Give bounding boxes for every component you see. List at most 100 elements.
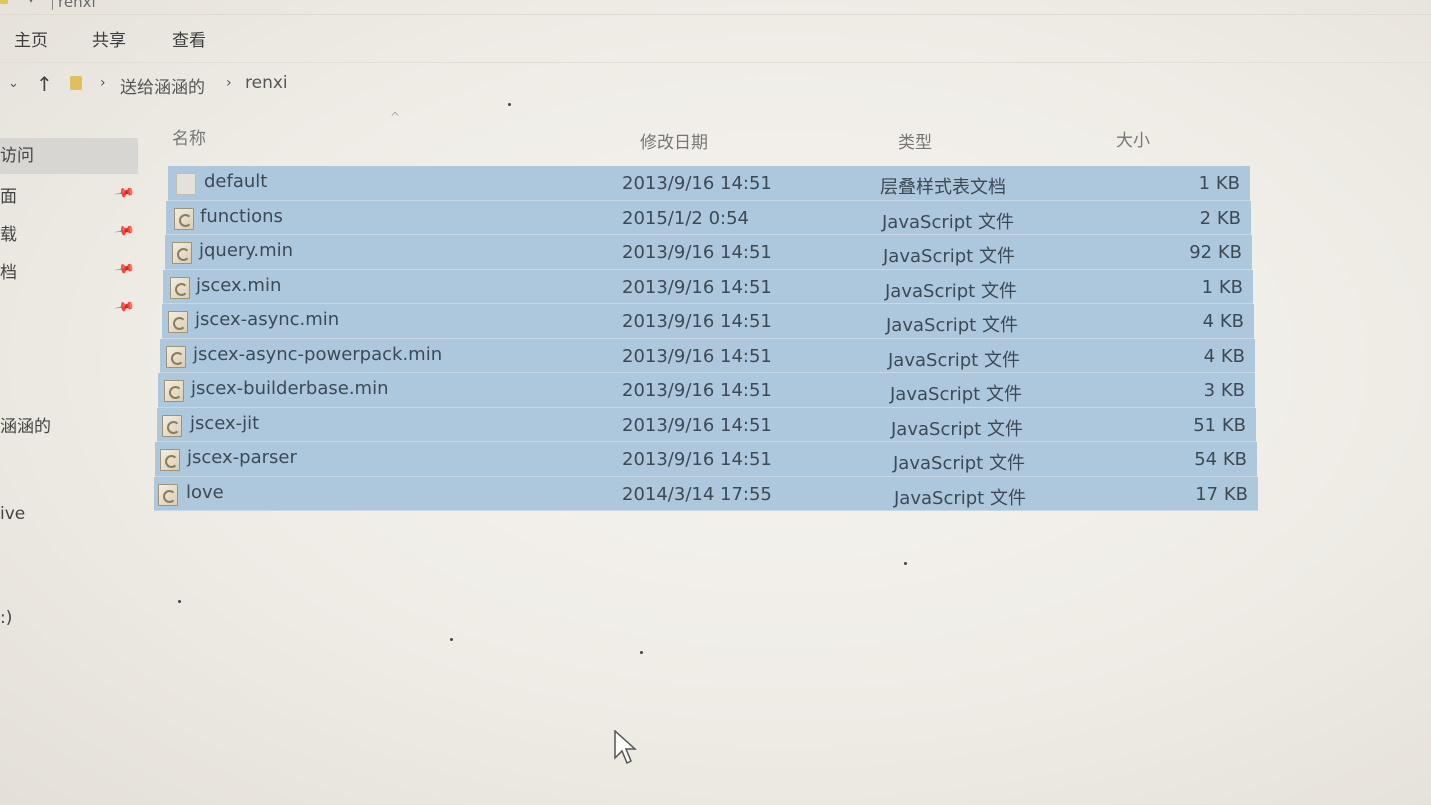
file-modified-date: 2014/3/14 17:55 <box>622 483 772 505</box>
navigation-pane: 访问 面 📌 载 📌 档 📌 📌 涵涵的 ive :) <box>0 108 150 805</box>
file-modified-date: 2013/9/16 14:51 <box>622 449 772 470</box>
sort-ascending-icon: ^ <box>390 110 401 124</box>
column-header-type[interactable]: 类型 <box>898 128 932 153</box>
up-arrow-icon[interactable]: ↑ <box>36 72 53 96</box>
file-size: 4 KB <box>1202 311 1244 332</box>
file-type: JavaScript 文件 <box>883 246 1015 267</box>
pin-icon: 📌 <box>113 220 136 243</box>
file-row[interactable]: jscex-builderbase.min 2013/9/16 14:51 Java… <box>158 373 1255 408</box>
file-row[interactable]: functions 2015/1/2 0:54 JavaScript 文件 2 KB <box>166 200 1251 235</box>
file-modified-date: 2013/9/16 14:51 <box>622 414 772 436</box>
nav-item-label: 访问 <box>0 146 34 166</box>
file-row[interactable]: jscex-parser 2013/9/16 14:51 JavaScript 文件… <box>155 442 1257 477</box>
quick-access-dropdown-icon[interactable]: ▾ <box>28 0 34 6</box>
breadcrumb-item[interactable]: 送给涵涵的 <box>120 73 205 98</box>
nav-item-label: 面 <box>0 187 17 207</box>
file-modified-date: 2013/9/16 14:51 <box>622 311 772 332</box>
pin-icon: 📌 <box>113 258 136 281</box>
tab-share[interactable]: 共享 <box>92 26 126 51</box>
file-name: jscex-async.min <box>195 309 340 330</box>
column-headers: ^ 名称 修改日期 类型 大小 <box>150 108 1260 164</box>
breadcrumb-separator-icon[interactable]: › <box>100 75 106 91</box>
file-row[interactable]: jscex-async.min 2013/9/16 14:51 JavaScript… <box>162 304 1254 339</box>
file-type: 层叠样式表文档 <box>880 177 1006 198</box>
file-type: JavaScript 文件 <box>885 280 1017 302</box>
breadcrumb-separator-icon[interactable]: › <box>226 75 232 91</box>
nav-item-quick-access[interactable]: 访问 <box>0 138 138 174</box>
pin-icon: 📌 <box>113 296 136 319</box>
file-name: jscex-async-powerpack.min <box>193 343 443 365</box>
file-row[interactable]: jscex.min 2013/9/16 14:51 JavaScript 文件 1 K… <box>163 269 1253 304</box>
file-size: 4 KB <box>1203 345 1245 367</box>
file-row[interactable]: jquery.min 2013/9/16 14:51 JavaScript 文件 92… <box>165 235 1252 270</box>
file-type: JavaScript 文件 <box>894 487 1026 509</box>
file-type: JavaScript 文件 <box>888 349 1020 371</box>
file-name: jscex-builderbase.min <box>191 378 389 399</box>
file-row[interactable]: jscex-async-powerpack.min 2013/9/16 14:51… <box>160 338 1255 373</box>
file-type: JavaScript 文件 <box>882 211 1014 233</box>
file-modified-date: 2013/9/16 14:51 <box>622 242 772 263</box>
screen-speck <box>640 651 643 654</box>
screen-speck <box>450 638 453 641</box>
file-name: jscex-parser <box>187 447 297 468</box>
file-name: default <box>204 171 268 192</box>
screen-speck <box>904 562 907 565</box>
column-header-date[interactable]: 修改日期 <box>640 128 708 153</box>
file-size: 92 KB <box>1189 242 1242 263</box>
js-file-icon <box>174 207 194 230</box>
file-size: 17 KB <box>1195 483 1248 505</box>
file-modified-date: 2013/9/16 14:51 <box>622 276 772 298</box>
breadcrumb-item-current[interactable]: renxi <box>245 73 288 93</box>
file-size: 3 KB <box>1203 380 1245 401</box>
file-row[interactable]: jscex-jit 2013/9/16 14:51 JavaScript 文件 51 … <box>157 407 1256 442</box>
address-bar: ⌄ ↑ › 送给涵涵的 › renxi <box>0 62 1431 108</box>
file-size: 1 KB <box>1201 276 1243 298</box>
tab-view[interactable]: 查看 <box>172 26 206 51</box>
file-size: 2 KB <box>1199 207 1241 229</box>
js-file-icon <box>172 242 192 264</box>
file-name: jscex.min <box>196 274 282 296</box>
ribbon-tabs: 主页 共享 查看 <box>0 14 1431 63</box>
screen-speck <box>178 600 181 603</box>
nav-item-documents[interactable]: 档 <box>0 258 17 283</box>
recent-locations-chevron-icon[interactable]: ⌄ <box>8 76 19 91</box>
file-name: love <box>186 481 224 503</box>
file-type: JavaScript 文件 <box>890 384 1022 405</box>
pin-icon: 📌 <box>113 182 136 205</box>
nav-item-label: 档 <box>0 263 17 283</box>
file-name: jquery.min <box>199 240 294 261</box>
column-header-size[interactable]: 大小 <box>1116 126 1150 151</box>
js-file-icon <box>160 449 180 471</box>
file-modified-date: 2013/9/16 14:51 <box>622 345 772 367</box>
file-list: default 2013/9/16 14:51 层叠样式表文档 1 KB functio… <box>150 166 1260 511</box>
file-name: jscex-jit <box>190 412 260 434</box>
file-modified-date: 2015/1/2 0:54 <box>622 207 749 229</box>
nav-item-label: 涵涵的 <box>0 417 51 437</box>
file-row[interactable]: love 2014/3/14 17:55 JavaScript 文件 17 KB <box>154 476 1258 511</box>
file-size: 51 KB <box>1193 414 1246 436</box>
nav-item-label: ive <box>0 504 26 524</box>
title-separator <box>52 0 53 10</box>
file-type: JavaScript 文件 <box>893 453 1025 474</box>
file-size: 54 KB <box>1194 449 1247 470</box>
file-name: functions <box>200 205 283 227</box>
nav-item-onedrive[interactable]: ive <box>0 504 25 524</box>
title-bar: ▾ renxi <box>0 0 1431 15</box>
file-type: JavaScript 文件 <box>891 418 1023 440</box>
tab-home[interactable]: 主页 <box>14 26 48 51</box>
column-header-name[interactable]: 名称 <box>172 124 206 149</box>
js-file-icon <box>170 276 190 299</box>
file-size: 1 KB <box>1198 173 1240 194</box>
js-file-icon <box>164 380 184 402</box>
nav-item-desktop[interactable]: 面 <box>0 182 17 207</box>
js-file-icon <box>168 311 188 333</box>
nav-item-downloads[interactable]: 载 <box>0 220 17 245</box>
nav-item-label: :) <box>0 608 13 628</box>
nav-item-folder[interactable]: 涵涵的 <box>0 412 51 437</box>
file-modified-date: 2013/9/16 14:51 <box>622 380 772 401</box>
js-file-icon <box>166 345 186 368</box>
file-row[interactable]: default 2013/9/16 14:51 层叠样式表文档 1 KB <box>168 166 1250 201</box>
nav-item-drive[interactable]: :) <box>0 608 12 628</box>
screen-speck <box>508 103 511 106</box>
js-file-icon <box>162 414 182 437</box>
